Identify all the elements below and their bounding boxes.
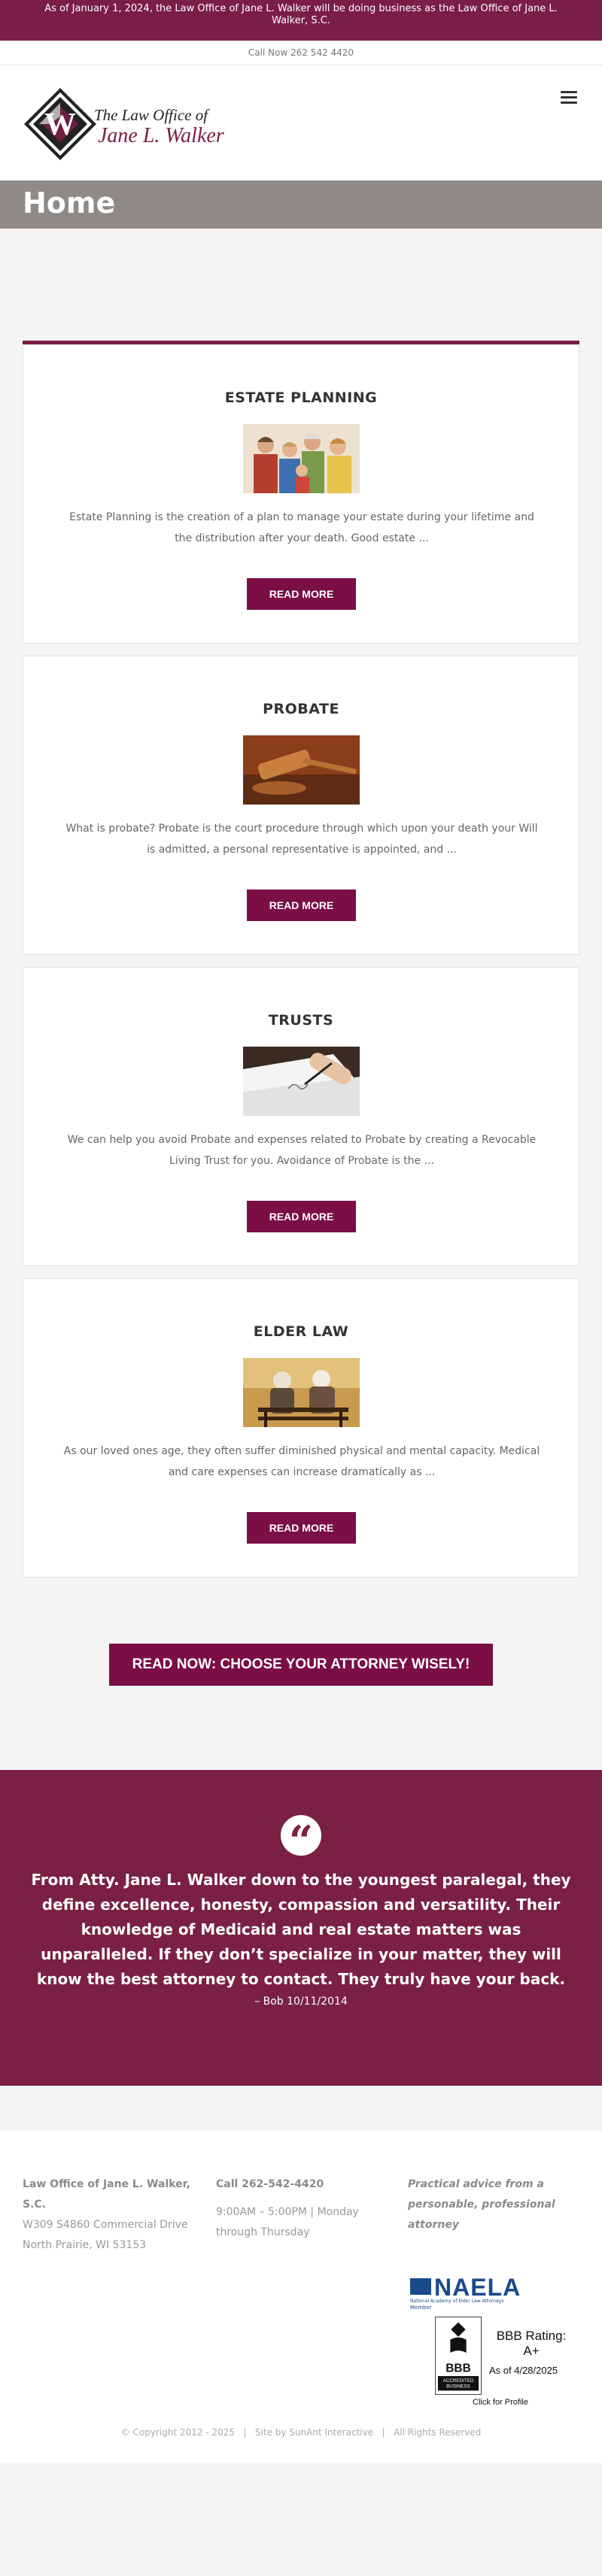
rights-text: All Rights Reserved xyxy=(394,2427,482,2438)
read-more-button[interactable]: READ MORE xyxy=(247,578,356,610)
naela-logo-icon xyxy=(410,2278,431,2295)
bbb-as-of: As of 4/28/2025 xyxy=(489,2365,558,2376)
service-card-probate: PROBATE What is probate? Probate is the … xyxy=(23,656,579,955)
copyright-text: © Copyright 2012 - 2025 xyxy=(120,2427,235,2438)
service-card-elder-law: ELDER LAW As our loved ones age, they of… xyxy=(23,1278,579,1577)
site-header: W The Law Office of Jane L. Walker xyxy=(0,65,602,180)
read-more-button[interactable]: READ MORE xyxy=(247,889,356,921)
logo-line-1: The Law Office of xyxy=(94,106,208,124)
bbb-seal-icon: BBB ACCREDITED BUSINESS xyxy=(435,2317,482,2395)
svg-text:BBB: BBB xyxy=(445,2362,471,2374)
service-title: TRUSTS xyxy=(268,1012,334,1029)
family-photo xyxy=(243,424,360,493)
separator: | xyxy=(382,2427,385,2438)
bbb-profile-link[interactable]: Click for Profile xyxy=(473,2398,528,2407)
bbb-rating: BBB Rating: A+ xyxy=(496,2329,567,2358)
copyright-bar: © Copyright 2012 - 2025 | Site by SunAnt… xyxy=(0,2427,602,2438)
choose-attorney-cta-button[interactable]: READ NOW: CHOOSE YOUR ATTORNEY WISELY! xyxy=(109,1644,493,1686)
svg-text:ACCREDITED: ACCREDITED xyxy=(443,2378,474,2384)
service-title: ESTATE PLANNING xyxy=(224,389,378,406)
quote-icon: “ xyxy=(281,1815,321,1866)
naela-subtitle: National Academy of Elder Law Attorneys xyxy=(410,2299,504,2304)
site-logo[interactable]: W The Law Office of Jane L. Walker xyxy=(23,86,233,162)
testimonial-quote: From Atty. Jane L. Walker down to the yo… xyxy=(31,1871,571,1988)
logo-line-2: Jane L. Walker xyxy=(98,124,224,147)
service-excerpt: What is probate? Probate is the court pr… xyxy=(65,823,538,856)
call-now-bar: Call Now 262 542 4420 xyxy=(0,41,602,65)
testimonial-author: – Bob 10/11/2014 xyxy=(254,1996,348,2008)
call-now-link[interactable]: Call Now 262 542 4420 xyxy=(248,47,354,58)
announcement-bar: As of January 1, 2024, the Law Office of… xyxy=(0,0,602,41)
service-excerpt: We can help you avoid Probate and expens… xyxy=(67,1134,537,1167)
hamburger-icon[interactable] xyxy=(561,91,577,106)
footer-hours: 9:00AM – 5:00PM | Monday through Thursda… xyxy=(216,2206,359,2238)
service-card-trusts: TRUSTS We can help you avoid Probate and… xyxy=(23,967,579,1266)
site-by-link[interactable]: Site by SunAnt Interactive xyxy=(255,2427,373,2438)
gavel-photo xyxy=(243,735,360,805)
service-excerpt: As our loved ones age, they often suffer… xyxy=(63,1445,540,1478)
testimonial-section: “ From Atty. Jane L. Walker down to the … xyxy=(0,1770,602,2086)
naela-member: Member xyxy=(410,2305,432,2311)
footer-phone[interactable]: Call 262-542-4420 xyxy=(216,2174,389,2195)
footer-address-column: Law Office of Jane L. Walker, S.C. W309 … xyxy=(23,2174,199,2256)
svg-text:W: W xyxy=(44,108,76,142)
read-more-button[interactable]: READ MORE xyxy=(247,1512,356,1544)
site-footer: Law Office of Jane L. Walker, S.C. W309 … xyxy=(0,2131,602,2463)
service-card-estate-planning: ESTATE PLANNING Estate Planning is the c… xyxy=(23,344,579,644)
svg-text:BUSINESS: BUSINESS xyxy=(446,2384,470,2390)
footer-firm-name: Law Office of Jane L. Walker, S.C. xyxy=(23,2178,190,2211)
footer-address-line-2: North Prairie, WI 53153 xyxy=(23,2239,147,2251)
service-title: ELDER LAW xyxy=(253,1323,349,1340)
separator: | xyxy=(243,2427,247,2438)
logo-diamond-mark: W xyxy=(24,88,96,160)
signing-document-photo xyxy=(243,1047,360,1116)
naela-name: NAELA xyxy=(434,2274,521,2301)
footer-tagline: Practical advice from a personable, prof… xyxy=(408,2178,555,2231)
naela-badge[interactable]: NAELA National Academy of Elder Law Atto… xyxy=(410,2274,523,2313)
elderly-couple-photo xyxy=(243,1358,360,1427)
service-excerpt: Estate Planning is the creation of a pla… xyxy=(69,511,534,544)
read-more-button[interactable]: READ MORE xyxy=(247,1201,356,1232)
footer-contact-column: Call 262-542-4420 9:00AM – 5:00PM | Mond… xyxy=(216,2174,389,2243)
service-title: PROBATE xyxy=(263,701,339,717)
bbb-badge[interactable]: BBB ACCREDITED BUSINESS BBB Rating: A+ A… xyxy=(435,2317,578,2411)
page-title: Home xyxy=(23,186,116,220)
footer-address-line-1: W309 S4860 Commercial Drive xyxy=(23,2219,188,2231)
announcement-text: As of January 1, 2024, the Law Office of… xyxy=(44,3,558,26)
page-title-bar: Home xyxy=(0,180,602,229)
